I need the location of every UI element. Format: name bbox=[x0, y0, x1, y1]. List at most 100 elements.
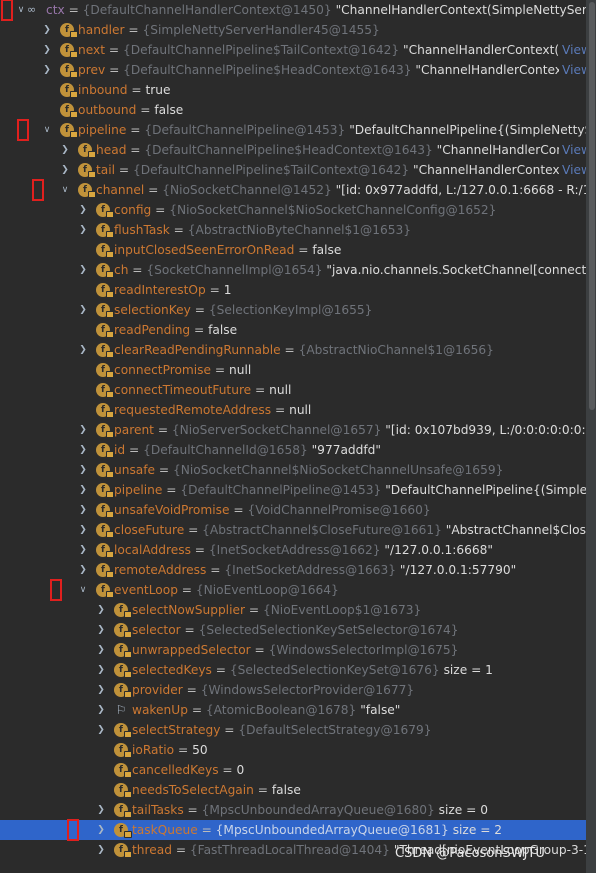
expand-arrow-icon[interactable]: ❯ bbox=[58, 140, 72, 160]
tree-row-next[interactable]: ❯ f next = {DefaultChannelPipeline$TailCon… bbox=[0, 40, 586, 60]
collapse-arrow-icon[interactable]: ∨ bbox=[14, 0, 28, 20]
tree-row-eventloop[interactable]: ∨ f eventLoop = {NioEventLoop@1664} bbox=[0, 580, 586, 600]
tree-row-pipeline[interactable]: ❯ f pipeline = {DefaultChannelPipeline@145… bbox=[0, 480, 586, 500]
collapse-arrow-icon[interactable]: ∨ bbox=[58, 180, 72, 200]
tree-row-localaddress[interactable]: ❯ f localAddress = {InetSocketAddress@1662… bbox=[0, 540, 586, 560]
expand-arrow-icon[interactable]: ❯ bbox=[76, 520, 90, 540]
tree-row-prev[interactable]: ❯ f prev = {DefaultChannelPipeline$HeadCon… bbox=[0, 60, 586, 80]
variable-value: size = 1 bbox=[443, 663, 493, 677]
tree-row-unsafevoidpromise[interactable]: ❯ f unsafeVoidPromise = {VoidChannelPromis… bbox=[0, 500, 586, 520]
variable-type: {DefaultChannelPipeline@1453} bbox=[180, 483, 386, 497]
annotation-box bbox=[32, 179, 44, 201]
tree-row-connecttimeoutfuture[interactable]: f connectTimeoutFuture = null bbox=[0, 380, 586, 400]
tree-row-selector[interactable]: ❯ f selector = {SelectedSelectionKeySetSel… bbox=[0, 620, 586, 640]
variable-text: handler = {SimpleNettyServerHandler45@14… bbox=[78, 20, 380, 40]
view-link[interactable]: View bbox=[559, 60, 586, 80]
expand-arrow-icon[interactable]: ❯ bbox=[94, 800, 108, 820]
tree-row-taskqueue[interactable]: ❯ f taskQueue = {MpscUnboundedArrayQueue@1… bbox=[0, 820, 586, 840]
tree-row-selectstrategy[interactable]: ❯ f selectStrategy = {DefaultSelectStrateg… bbox=[0, 720, 586, 740]
view-link[interactable]: View bbox=[559, 140, 586, 160]
equals-sign: = bbox=[153, 423, 172, 437]
tree-row-selectnowsupplier[interactable]: ❯ f selectNowSupplier = {NioEventLoop$1@16… bbox=[0, 600, 586, 620]
tree-row-needstoselectagain[interactable]: f needsToSelectAgain = false bbox=[0, 780, 586, 800]
expand-arrow-icon[interactable]: ❯ bbox=[94, 840, 108, 860]
tree-row-readinterestop[interactable]: f readInterestOp = 1 bbox=[0, 280, 586, 300]
view-link[interactable]: View bbox=[559, 40, 586, 60]
expand-arrow-icon[interactable]: ❯ bbox=[40, 20, 54, 40]
tree-row-unsafe[interactable]: ❯ f unsafe = {NioSocketChannel$NioSocketCh… bbox=[0, 460, 586, 480]
tree-row-wakenup[interactable]: ❯ ⚐ wakenUp = {AtomicBoolean@1678} "false" bbox=[0, 700, 586, 720]
expand-arrow-icon[interactable]: ❯ bbox=[76, 480, 90, 500]
equals-sign: = bbox=[151, 203, 170, 217]
tree-row-id[interactable]: ❯ f id = {DefaultChannelId@1658} "977addfd… bbox=[0, 440, 586, 460]
expand-arrow-icon[interactable]: ❯ bbox=[94, 620, 108, 640]
variable-type: {SelectedSelectionKeySet@1676} bbox=[229, 663, 444, 677]
tree-row-clearreadpendingrunnable[interactable]: ❯ f clearReadPendingRunnable = {AbstractNi… bbox=[0, 340, 586, 360]
tree-row-tail[interactable]: ❯ f tail = {DefaultChannelPipeline$TailCon… bbox=[0, 160, 586, 180]
expand-arrow-icon[interactable]: ❯ bbox=[76, 260, 90, 280]
tree-row-cancelledkeys[interactable]: f cancelledKeys = 0 bbox=[0, 760, 586, 780]
scrollbar-thumb[interactable] bbox=[589, 2, 595, 410]
tree-row-outbound[interactable]: f outbound = false bbox=[0, 100, 586, 120]
tree-row-ch[interactable]: ❯ f ch = {SocketChannelImpl@1654} "java.ni… bbox=[0, 260, 586, 280]
tree-row-flushtask[interactable]: ❯ f flushTask = {AbstractNioByteChannel$1@… bbox=[0, 220, 586, 240]
variable-value: 50 bbox=[192, 743, 208, 757]
equals-sign: = bbox=[174, 743, 193, 757]
expand-arrow-icon[interactable]: ❯ bbox=[94, 700, 108, 720]
expand-arrow-icon[interactable]: ❯ bbox=[76, 200, 90, 220]
expand-arrow-icon[interactable]: ❯ bbox=[76, 220, 90, 240]
tree-row-parent[interactable]: ❯ f parent = {NioServerSocketChannel@1657}… bbox=[0, 420, 586, 440]
expand-arrow-icon[interactable]: ❯ bbox=[76, 420, 90, 440]
tree-row-readpending[interactable]: f readPending = false bbox=[0, 320, 586, 340]
tree-row-remoteaddress[interactable]: ❯ f remoteAddress = {InetSocketAddress@166… bbox=[0, 560, 586, 580]
tree-row-requestedremoteaddress[interactable]: f requestedRemoteAddress = null bbox=[0, 400, 586, 420]
variable-type: {NioSocketChannel$NioSocketChannelUnsafe… bbox=[173, 463, 504, 477]
equals-sign: = bbox=[211, 663, 230, 677]
expand-arrow-icon[interactable]: ❯ bbox=[76, 540, 90, 560]
expand-arrow-icon[interactable]: ❯ bbox=[76, 560, 90, 580]
expand-arrow-icon[interactable]: ❯ bbox=[94, 820, 108, 840]
tree-row-pipeline[interactable]: ∨ f pipeline = {DefaultChannelPipeline@145… bbox=[0, 120, 586, 140]
expand-arrow-icon[interactable]: ❯ bbox=[94, 640, 108, 660]
variable-value: false bbox=[154, 103, 184, 117]
tree-row-channel[interactable]: ∨ f channel = {NioSocketChannel@1452} "[id… bbox=[0, 180, 586, 200]
expand-arrow-icon[interactable]: ❯ bbox=[94, 720, 108, 740]
expand-arrow-icon[interactable]: ❯ bbox=[76, 300, 90, 320]
expand-arrow-icon[interactable]: ❯ bbox=[94, 600, 108, 620]
expand-arrow-icon[interactable]: ❯ bbox=[40, 60, 54, 80]
tree-row-selectionkey[interactable]: ❯ f selectionKey = {SelectionKeyImpl@1655} bbox=[0, 300, 586, 320]
tree-row-head[interactable]: ❯ f head = {DefaultChannelPipeline$HeadCon… bbox=[0, 140, 586, 160]
collapse-arrow-icon[interactable]: ∨ bbox=[76, 580, 90, 600]
expand-arrow-icon[interactable]: ❯ bbox=[94, 680, 108, 700]
variable-name: eventLoop bbox=[114, 583, 178, 597]
expand-arrow-icon[interactable]: ❯ bbox=[94, 660, 108, 680]
lock-icon bbox=[106, 331, 114, 338]
lock-icon bbox=[124, 831, 132, 838]
expand-arrow-icon[interactable]: ❯ bbox=[76, 500, 90, 520]
tree-row-provider[interactable]: ❯ f provider = {WindowsSelectorProvider@16… bbox=[0, 680, 586, 700]
tree-row-inputclosedseenerroronread[interactable]: f inputClosedSeenErrorOnRead = false bbox=[0, 240, 586, 260]
tree-row-inbound[interactable]: f inbound = true bbox=[0, 80, 586, 100]
tree-row-selectedkeys[interactable]: ❯ f selectedKeys = {SelectedSelectionKeySe… bbox=[0, 660, 586, 680]
tree-row-connectpromise[interactable]: f connectPromise = null bbox=[0, 360, 586, 380]
tree-row-unwrappedselector[interactable]: ❯ f unwrappedSelector = {WindowsSelectorIm… bbox=[0, 640, 586, 660]
expand-arrow-icon[interactable]: ❯ bbox=[40, 40, 54, 60]
tree-row-ioratio[interactable]: f ioRatio = 50 bbox=[0, 740, 586, 760]
collapse-arrow-icon[interactable]: ∨ bbox=[40, 120, 54, 140]
variable-type: {AbstractNioChannel$1@1656} bbox=[298, 343, 494, 357]
tree-row-ctx[interactable]: ∨ ∞ ctx = {DefaultChannelHandlerContext@14… bbox=[0, 0, 586, 20]
variable-type: {WindowsSelectorProvider@1677} bbox=[200, 683, 415, 697]
tree-row-closefuture[interactable]: ❯ f closeFuture = {AbstractChannel$CloseFu… bbox=[0, 520, 586, 540]
variable-value: "[id: 0x107bd939, L:/0:0:0:0:0:0:0:0:666… bbox=[385, 423, 586, 437]
expand-arrow-icon[interactable]: ❯ bbox=[76, 460, 90, 480]
expand-arrow-icon[interactable]: ❯ bbox=[58, 160, 72, 180]
tree-row-config[interactable]: ❯ f config = {NioSocketChannel$NioSocketCh… bbox=[0, 200, 586, 220]
expand-arrow-icon[interactable]: ❯ bbox=[76, 440, 90, 460]
tree-row-handler[interactable]: ❯ f handler = {SimpleNettyServerHandler45@… bbox=[0, 20, 586, 40]
lock-icon bbox=[106, 511, 114, 518]
view-link[interactable]: View bbox=[559, 160, 586, 180]
variable-name: thread bbox=[132, 843, 172, 857]
tree-row-tailtasks[interactable]: ❯ f tailTasks = {MpscUnboundedArrayQueue@1… bbox=[0, 800, 586, 820]
expand-arrow-icon[interactable]: ❯ bbox=[76, 340, 90, 360]
variable-name: taskQueue bbox=[132, 823, 198, 837]
